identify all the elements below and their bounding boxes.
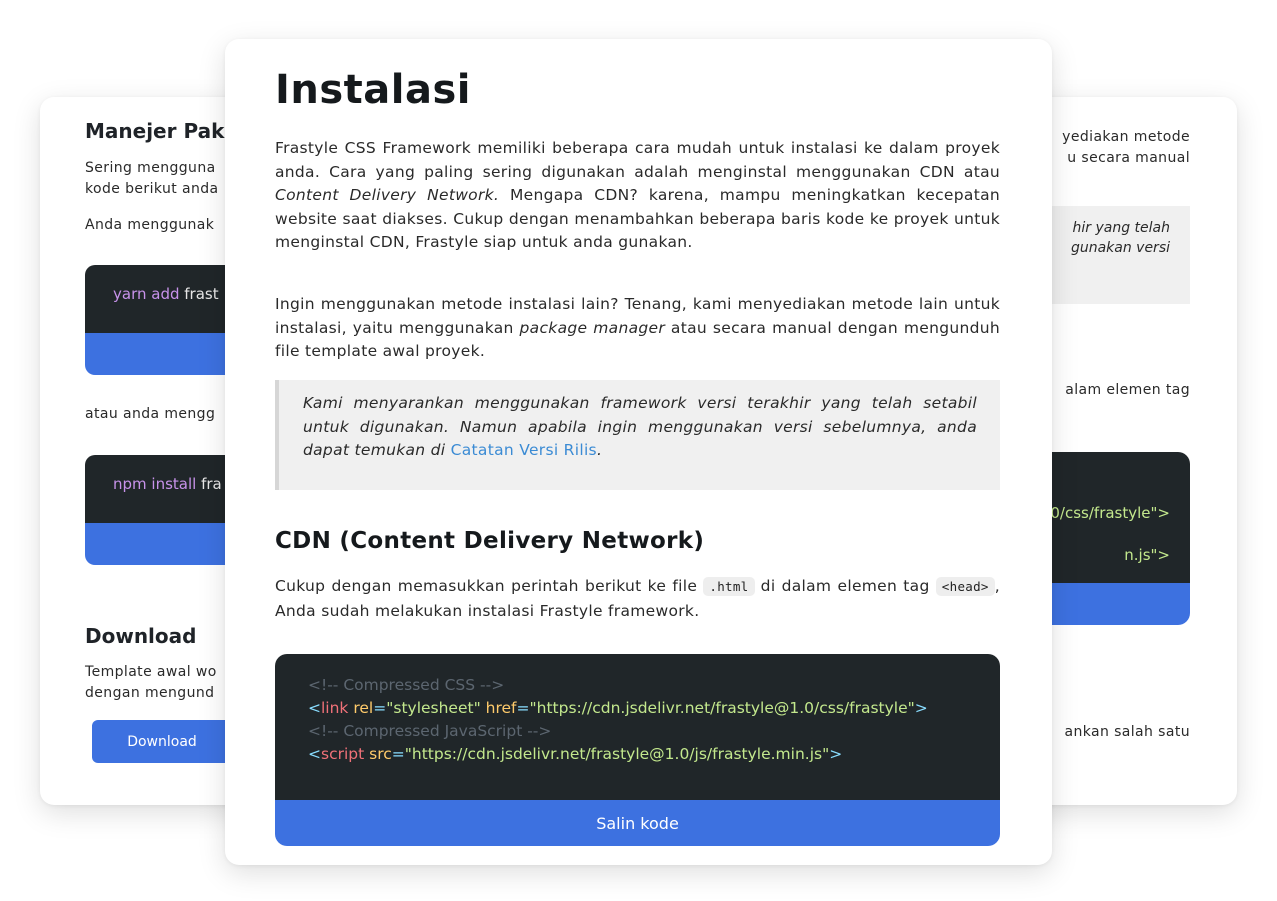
code-comment-js: <!-- Compressed JavaScript -->	[308, 722, 552, 740]
code-line-link: <link rel="stylesheet" href="https://cdn…	[308, 699, 928, 717]
code-link-tag: link	[321, 699, 349, 717]
code-comment-css: <!-- Compressed CSS -->	[308, 676, 505, 694]
release-notes-link[interactable]: Catatan Versi Rilis	[451, 441, 597, 459]
code-src-value: "https://cdn.jsdelivr.net/frastyle@1.0/j…	[404, 745, 830, 763]
intro-paragraph: Frastyle CSS Framework memiliki beberapa…	[275, 137, 1000, 255]
intro-text-em: Content Delivery Network.	[275, 186, 500, 204]
right-text-line2: u secara manual	[1067, 150, 1190, 166]
code-src-attr: src	[369, 745, 392, 763]
head-tag-code: <head>	[935, 577, 995, 596]
npm-arg: fra	[201, 475, 222, 493]
npm-command: npm install	[113, 475, 197, 493]
yarn-intro-text: Anda menggunak	[85, 217, 215, 233]
code-href-attr: href	[485, 699, 517, 717]
intro-text-a: Frastyle CSS Framework memiliki beberapa…	[275, 139, 1000, 181]
download-text-line2: dengan mengund	[85, 685, 215, 701]
html-file-code: .html	[703, 577, 755, 596]
yarn-command: yarn add	[113, 285, 180, 303]
page-title: Instalasi	[275, 67, 472, 113]
code-script-tag: script	[321, 745, 365, 763]
right-text-line4: ankan salah satu	[1064, 724, 1190, 740]
code-rel-value: "stylesheet"	[386, 699, 481, 717]
download-text-line1: Template awal wo	[85, 664, 217, 680]
alt-install-paragraph: Ingin menggunakan metode instalasi lain?…	[275, 293, 1000, 364]
cdn-paragraph: Cukup dengan memasukkan perintah berikut…	[275, 574, 1000, 623]
download-heading: Download	[85, 624, 197, 648]
download-button[interactable]: Download	[92, 720, 232, 763]
package-manager-text-line2: kode berikut anda	[85, 181, 219, 197]
quote-end: .	[596, 441, 603, 459]
cdn-code-block: <!-- Compressed CSS --> <link rel="style…	[275, 654, 1000, 846]
right-text-line1: yediakan metode	[1062, 129, 1190, 145]
cdn-text-a: Cukup dengan memasukkan perintah berikut…	[275, 577, 704, 595]
right-text-line3: alam elemen tag	[1065, 382, 1190, 398]
alt-text-em: package manager	[519, 318, 666, 337]
version-note-blockquote: Kami menyarankan menggunakan framework v…	[275, 380, 1000, 490]
yarn-arg: frast	[184, 285, 219, 303]
npm-intro-text: atau anda mengg	[85, 406, 216, 422]
quote-text: Kami menyarankan menggunakan framework v…	[303, 394, 977, 459]
package-manager-heading: Manejer Pak	[85, 119, 225, 143]
copy-code-button[interactable]: Salin kode	[275, 800, 1000, 846]
code-href-value: "https://cdn.jsdelivr.net/frastyle@1.0/c…	[529, 699, 915, 717]
cdn-heading: CDN (Content Delivery Network)	[275, 528, 705, 554]
package-manager-text-line1: Sering mengguna	[85, 160, 216, 176]
cdn-text-b: di dalam elemen tag	[754, 577, 936, 595]
code-rel-attr: rel	[353, 699, 374, 717]
code-line-script: <script src="https://cdn.jsdelivr.net/fr…	[308, 745, 843, 763]
installation-card: Instalasi Frastyle CSS Framework memilik…	[225, 39, 1052, 865]
